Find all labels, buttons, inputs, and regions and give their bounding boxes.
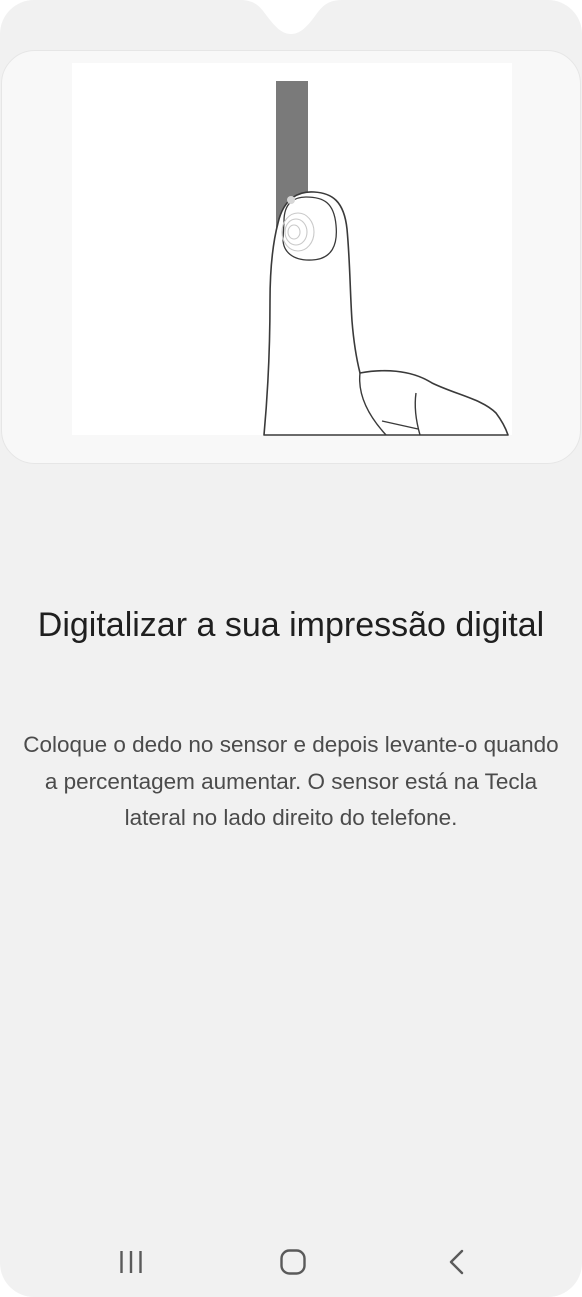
navigation-bar	[0, 1230, 582, 1292]
fingerprint-illustration-card	[1, 50, 581, 464]
recent-apps-icon	[120, 1251, 142, 1273]
fingerprint-side-key-icon	[72, 63, 512, 436]
home-icon	[280, 1249, 306, 1275]
back-button[interactable]	[427, 1238, 487, 1286]
fingerprint-setup-screen: Digitalizar a sua impressão digital Colo…	[0, 0, 582, 1297]
instruction-text: Coloque o dedo no sensor e depois levant…	[23, 732, 559, 830]
back-icon	[449, 1249, 464, 1275]
recent-apps-button[interactable]	[101, 1238, 161, 1286]
camera-notch	[240, 0, 342, 34]
page-title: Digitalizar a sua impressão digital	[37, 606, 545, 644]
home-button[interactable]	[263, 1238, 323, 1286]
